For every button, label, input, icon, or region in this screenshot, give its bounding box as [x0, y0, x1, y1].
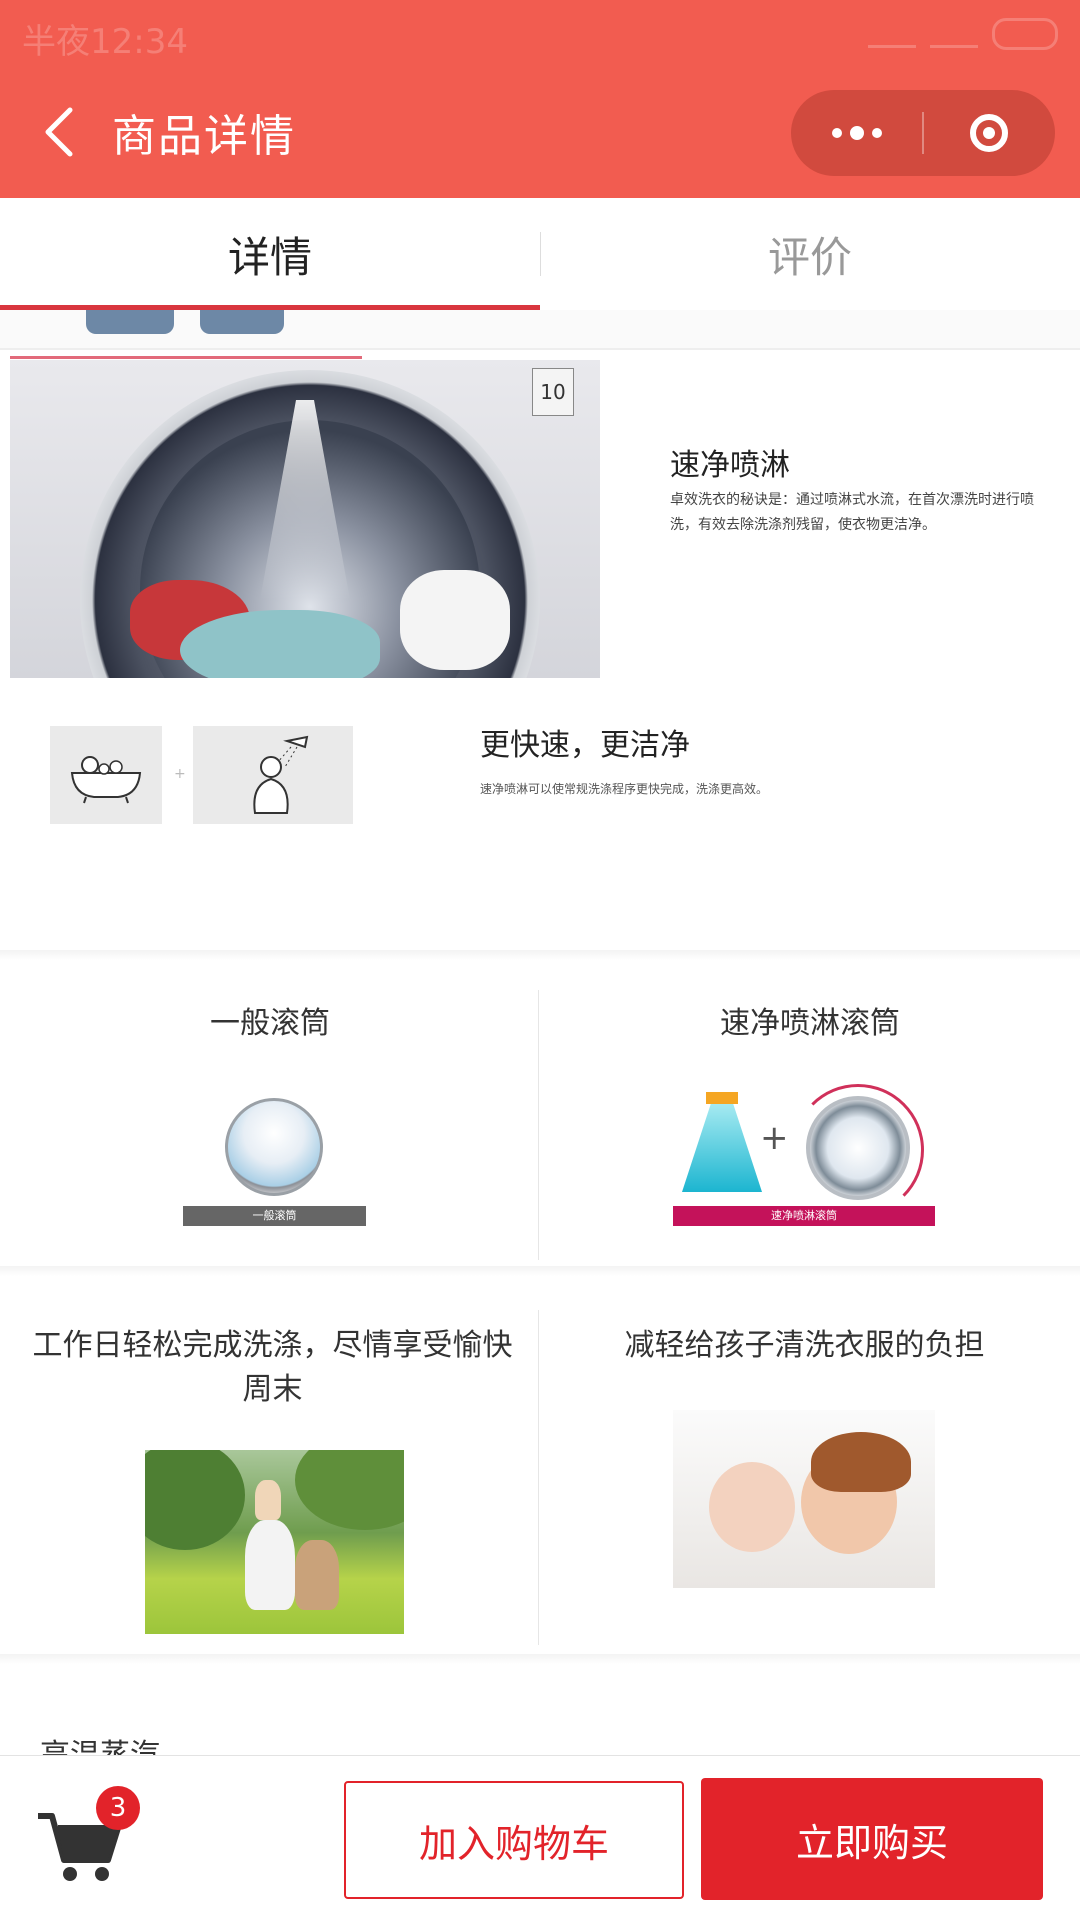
washer-drum-image: 10 — [10, 360, 600, 678]
top-header: 半夜12:34 商品详情 — [0, 0, 1080, 198]
page-title: 商品详情 — [112, 111, 296, 162]
more-dots-icon[interactable] — [791, 90, 923, 176]
close-target-icon[interactable] — [923, 90, 1055, 176]
add-to-cart-button[interactable]: 加入购物车 — [344, 1781, 684, 1899]
status-icons — [868, 18, 1058, 50]
feature-fast-title: 更快速，更洁净 — [480, 728, 690, 763]
back-arrow-icon[interactable] — [36, 104, 86, 160]
spray-drum-label: 速净喷淋滚筒 — [673, 1206, 935, 1226]
tab-reviews[interactable]: 评价 — [540, 198, 1080, 310]
feature-fast-desc: 速净喷淋可以使常规洗涤程序更快完成，洗涤更高效。 — [480, 782, 769, 796]
divider — [10, 356, 362, 359]
signal-icon — [868, 21, 916, 48]
status-bar: 半夜12:34 — [0, 0, 1080, 72]
section-divider — [0, 950, 1080, 960]
section-divider — [0, 1266, 1080, 1276]
section-divider — [0, 1654, 1080, 1664]
spray-nozzle-icon — [706, 1092, 738, 1104]
bottom-action-bar: 3 加入购物车 立即购买 — [0, 1755, 1080, 1921]
buy-now-button[interactable]: 立即购买 — [701, 1778, 1043, 1900]
column-divider — [538, 1310, 539, 1645]
normal-drum-label: 一般滚筒 — [183, 1206, 366, 1226]
feature-spray-desc: 卓效洗衣的秘诀是：通过喷淋式水流，在首次漂洗时进行喷洗，有效去除洗涤剂残留，使衣… — [670, 492, 1034, 533]
feature-spray-title: 速净喷淋 — [670, 448, 790, 483]
compare-spray-title: 速净喷淋滚筒 — [720, 1006, 900, 1041]
lg-badge: 10 — [532, 368, 574, 416]
spray-cone-icon — [682, 1094, 762, 1192]
bathtub-icon — [50, 726, 162, 824]
product-image-strip — [0, 310, 1080, 350]
battery-icon — [992, 18, 1058, 50]
divider — [0, 348, 1080, 350]
rotation-arrow-icon — [792, 1084, 924, 1216]
signal-icon-2 — [930, 21, 978, 48]
plus-icon: + — [760, 1118, 789, 1158]
plus-icon: + — [174, 766, 186, 782]
normal-drum-icon — [225, 1098, 323, 1196]
shower-icon — [193, 726, 353, 824]
tab-reviews-label: 评价 — [767, 232, 852, 282]
mini-program-capsule — [791, 90, 1055, 176]
cart-count-badge: 3 — [96, 1786, 140, 1830]
mother-baby-photo — [673, 1410, 935, 1588]
status-time: 半夜12:34 — [22, 22, 188, 62]
compare-normal-title: 一般滚筒 — [210, 1006, 330, 1041]
benefit-kids-title: 减轻给孩子清洗衣服的负担 — [624, 1328, 985, 1363]
tab-bar: 详情 评价 — [0, 198, 1080, 311]
next-section-title: 高温蒸汽 — [40, 1730, 160, 1755]
tab-details-label: 详情 — [227, 232, 312, 282]
benefit-weekend-title: 工作日轻松完成洗涤，尽情享受愉快周末 — [32, 1328, 513, 1407]
family-park-photo — [145, 1450, 404, 1634]
detail-content[interactable]: 10 速净喷淋 卓效洗衣的秘诀是：通过喷淋式水流，在首次漂洗时进行喷洗，有效去除… — [0, 310, 1080, 1755]
tab-details[interactable]: 详情 — [0, 198, 540, 310]
